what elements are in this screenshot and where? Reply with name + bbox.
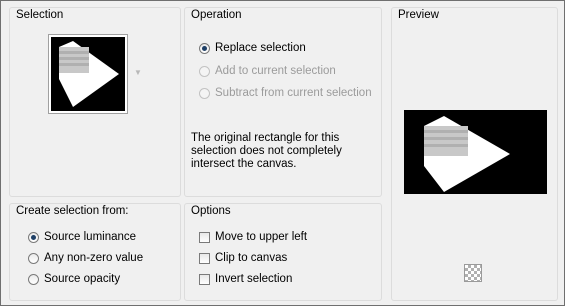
source-luminance-radio[interactable]: Source luminance [28, 231, 136, 243]
radio-label: Source luminance [44, 231, 137, 243]
selection-group-title: Selection [16, 9, 64, 21]
radio-label: Add to current selection [215, 65, 336, 77]
checkbox-label: Invert selection [215, 273, 293, 285]
selection-thumbnail[interactable] [48, 34, 128, 114]
operation-group: Operation Replace selection Add to curre… [184, 7, 382, 197]
radio-button[interactable] [199, 42, 210, 54]
move-to-upper-left-checkbox[interactable]: Move to upper left [199, 231, 307, 243]
replace-selection-radio[interactable]: Replace selection [199, 42, 306, 54]
checkerboard-icon[interactable] [464, 264, 482, 282]
radio-button[interactable] [28, 273, 39, 285]
radio-button[interactable] [199, 65, 210, 77]
subtract-from-selection-radio[interactable]: Subtract from current selection [199, 87, 372, 99]
options-group-title: Options [191, 205, 231, 217]
radio-button[interactable] [28, 231, 39, 243]
source-opacity-radio[interactable]: Source opacity [28, 273, 120, 285]
checkbox-label: Clip to canvas [215, 252, 288, 264]
checkbox[interactable] [199, 273, 210, 285]
checkbox[interactable] [199, 231, 210, 243]
preview-group-title: Preview [398, 9, 439, 21]
radio-button[interactable] [199, 87, 210, 99]
preview-group: Preview [391, 7, 558, 301]
radio-label: Replace selection [215, 42, 306, 54]
preview-image [404, 110, 547, 194]
invert-selection-checkbox[interactable]: Invert selection [199, 273, 292, 285]
checkbox-label: Move to upper left [215, 231, 308, 243]
any-non-zero-value-radio[interactable]: Any non-zero value [28, 252, 143, 264]
add-to-selection-radio[interactable]: Add to current selection [199, 65, 336, 77]
radio-button[interactable] [28, 252, 39, 264]
radio-label: Source opacity [44, 273, 121, 285]
checkbox[interactable] [199, 252, 210, 264]
create-from-group: Create selection from: Source luminance … [9, 203, 181, 301]
selection-dialog: Selection ▼ Operation Replace selection … [0, 0, 565, 306]
thumbnail-dropdown-arrow-icon[interactable]: ▼ [134, 68, 142, 77]
options-group: Options Move to upper left Clip to canva… [184, 203, 382, 301]
radio-label: Subtract from current selection [215, 87, 372, 99]
intersection-warning-text: The original rectangle for this selectio… [191, 132, 342, 170]
operation-group-title: Operation [191, 9, 242, 21]
selection-group: Selection ▼ [9, 7, 181, 197]
radio-label: Any non-zero value [44, 252, 144, 264]
create-from-group-title: Create selection from: [16, 205, 129, 217]
clip-to-canvas-checkbox[interactable]: Clip to canvas [199, 252, 287, 264]
